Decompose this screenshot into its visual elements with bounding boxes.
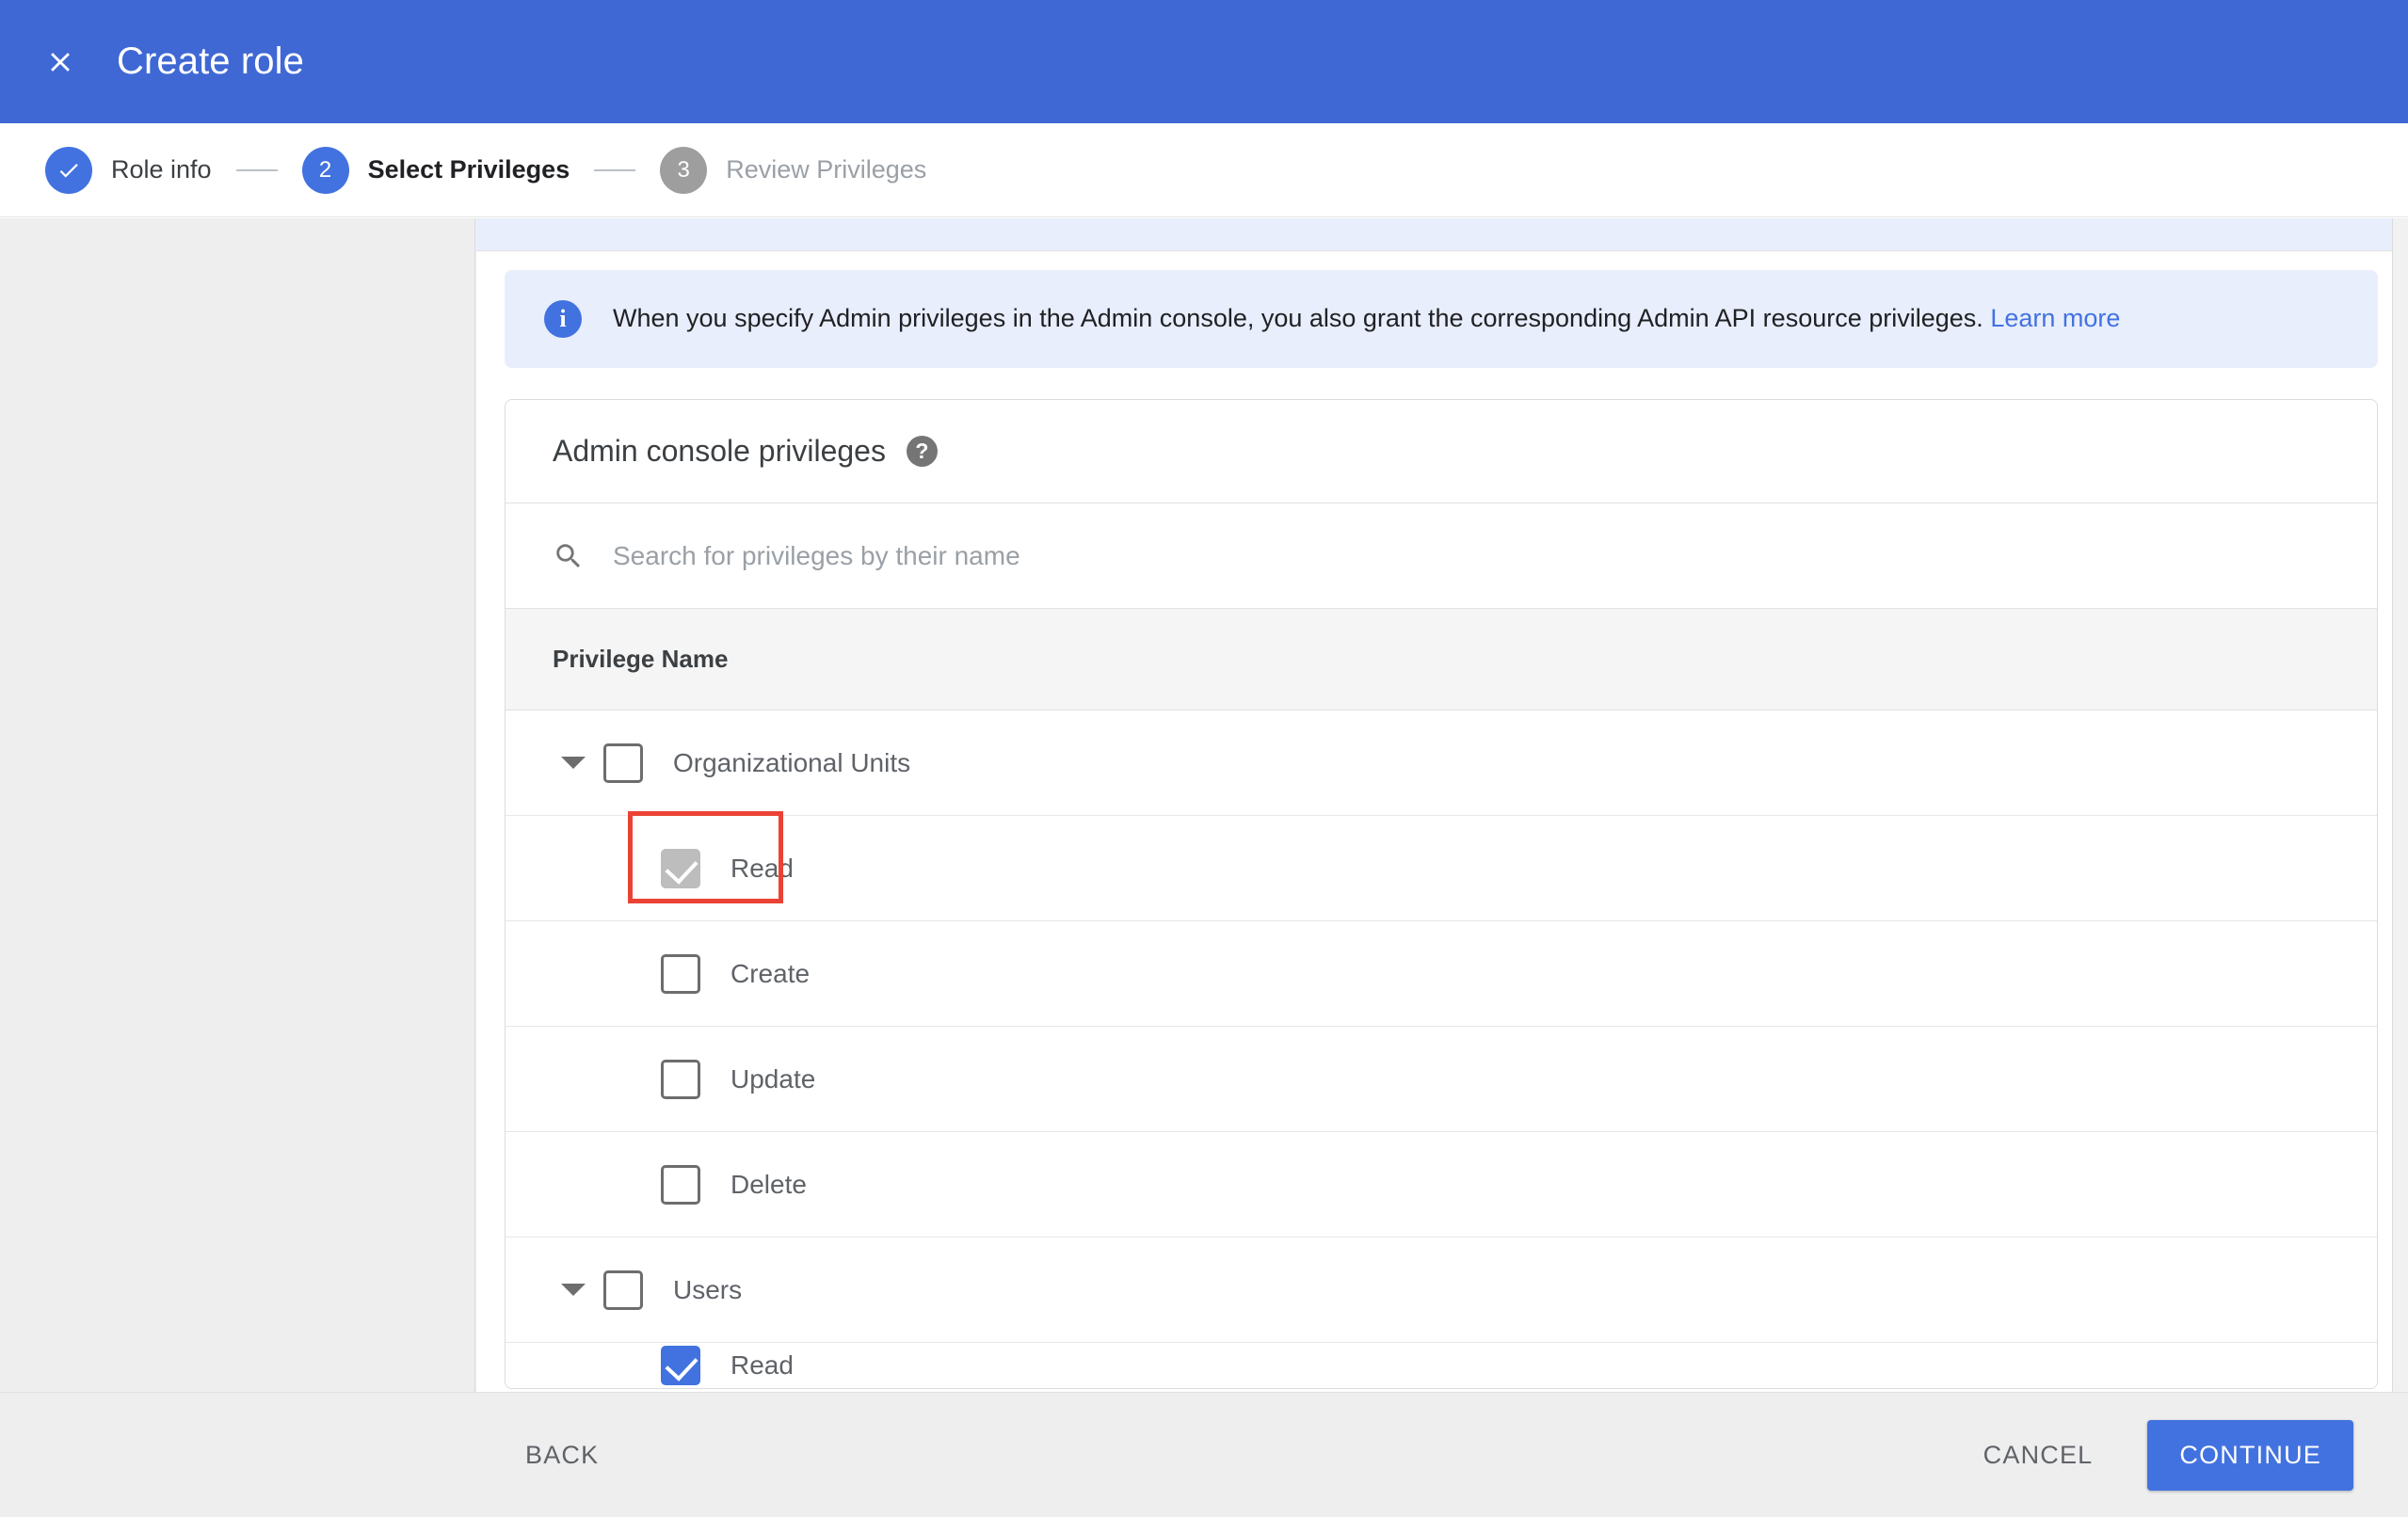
step-review-privileges[interactable]: 3 Review Privileges [660,146,927,194]
step-2-label: Select Privileges [367,155,570,184]
continue-button[interactable]: CONTINUE [2147,1419,2353,1491]
learn-more-link[interactable]: Learn more [1990,304,2120,332]
search-icon [556,543,581,567]
privilege-label: Organizational Units [673,747,911,777]
card-title: Admin console privileges [553,434,886,468]
privilege-checkbox[interactable] [661,1164,700,1205]
table-row[interactable]: Organizational Units [506,711,2377,816]
step-select-privileges[interactable]: 2 Select Privileges [301,146,570,194]
privilege-checkbox[interactable] [661,1346,700,1385]
privilege-label: Read [730,1350,794,1380]
step-3-marker: 3 [660,146,708,194]
dialog-header: Create role [0,0,2408,123]
info-banner-message: When you specify Admin privileges in the… [613,304,1983,333]
chevron-down-icon[interactable] [554,757,592,769]
table-row[interactable]: Users [506,1238,2377,1343]
privilege-label: Read [730,853,794,883]
table-row[interactable]: Read [506,1343,2377,1388]
cancel-button[interactable]: CANCEL [1957,1424,2120,1487]
table-row[interactable]: Delete [506,1132,2377,1238]
stepper: Role info 2 Select Privileges 3 Review P… [0,123,2408,217]
page-title: Create role [117,40,304,82]
step-1-marker [45,146,92,194]
info-icon: i [544,300,582,338]
privilege-checkbox[interactable] [661,1059,700,1099]
privilege-search-row [506,503,2377,609]
privilege-label: Update [730,1063,816,1094]
left-gutter [0,218,475,1517]
scrolled-content-edge [476,218,2392,251]
column-header-privilege-name: Privilege Name [553,645,729,673]
chevron-down-icon[interactable] [554,1284,592,1296]
dialog-footer: BACK CANCEL CONTINUE [0,1392,2408,1517]
privilege-checkbox[interactable] [661,953,700,994]
privilege-table-header: Privilege Name [506,609,2377,711]
info-banner-text: When you specify Admin privileges in the… [613,303,2120,335]
privilege-label: Delete [730,1169,807,1199]
step-2-marker: 2 [301,146,349,194]
step-1-label: Role info [111,155,212,184]
back-button[interactable]: BACK [499,1424,625,1487]
privilege-checkbox[interactable] [661,848,700,888]
step-3-label: Review Privileges [726,155,927,184]
table-row[interactable]: Read [506,816,2377,921]
table-row[interactable]: Update [506,1027,2377,1132]
card-header: Admin console privileges ? [506,400,2377,503]
help-icon[interactable]: ? [906,436,938,467]
close-icon[interactable] [30,32,90,92]
privilege-label: Users [673,1274,743,1304]
create-role-dialog: Create role Role info 2 Select Privilege… [0,0,2408,1517]
info-banner: i When you specify Admin privileges in t… [505,270,2378,368]
vertical-scrollbar[interactable] [2392,218,2408,1392]
privilege-checkbox[interactable] [603,1269,643,1310]
step-connector-1 [235,168,278,171]
privilege-checkbox[interactable] [603,743,643,783]
search-input[interactable] [611,539,2027,572]
table-row[interactable]: Create [506,921,2377,1027]
admin-console-privileges-card: Admin console privileges ? Privilege Nam… [505,399,2378,1389]
privilege-label: Create [730,958,811,988]
step-role-info[interactable]: Role info [45,146,212,194]
step-connector-2 [594,168,636,171]
